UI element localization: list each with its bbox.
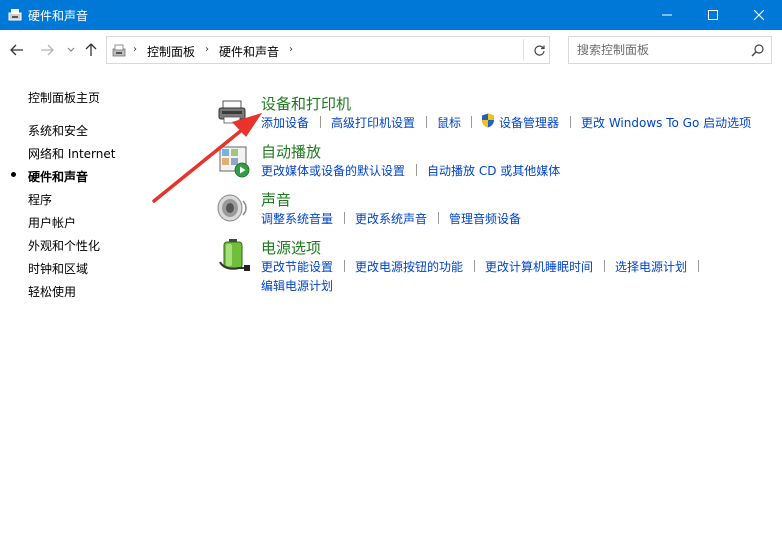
battery-icon — [219, 239, 250, 271]
shield-icon — [482, 113, 494, 128]
chevron-down-icon — [67, 47, 75, 52]
control-panel-icon — [8, 9, 22, 21]
task-edit-power-plan[interactable]: 编辑电源计划 — [261, 277, 333, 294]
divider — [416, 164, 417, 176]
task-change-media-defaults[interactable]: 更改媒体或设备的默认设置 — [261, 162, 405, 179]
navigation-bar: › 控制面板 › 硬件和声音 › — [0, 30, 782, 70]
task-device-manager[interactable]: 设备管理器 — [499, 114, 559, 131]
maximize-icon — [708, 10, 718, 20]
divider — [344, 212, 345, 224]
category-title-autoplay[interactable]: 自动播放 — [261, 141, 321, 162]
sidebar-item-programs[interactable]: 程序 — [28, 191, 52, 208]
breadcrumb-hardware-sound[interactable]: 硬件和声音 — [219, 43, 279, 60]
divider — [698, 260, 699, 272]
arrow-up-icon — [85, 43, 97, 56]
category-title-sound[interactable]: 声音 — [261, 189, 291, 210]
divider — [570, 116, 571, 128]
task-autoplay-cd[interactable]: 自动播放 CD 或其他媒体 — [427, 162, 560, 179]
task-windows-to-go[interactable]: 更改 Windows To Go 启动选项 — [581, 114, 751, 131]
window-title: 硬件和声音 — [28, 9, 89, 23]
task-adjust-volume[interactable]: 调整系统音量 — [261, 210, 333, 227]
sidebar-item-hardware-sound[interactable]: 硬件和声音 — [28, 168, 88, 185]
sidebar-item-network-internet[interactable]: 网络和 Internet — [28, 145, 115, 162]
divider — [604, 260, 605, 272]
task-manage-audio-devices[interactable]: 管理音频设备 — [449, 210, 521, 227]
minimize-button[interactable] — [644, 0, 690, 30]
arrow-left-icon — [10, 44, 23, 56]
arrow-right-icon — [41, 44, 54, 56]
search-input[interactable] — [577, 42, 747, 58]
task-change-power-saving[interactable]: 更改节能设置 — [261, 258, 333, 275]
address-bar[interactable]: › 控制面板 › 硬件和声音 › — [106, 36, 630, 64]
sidebar-item-control-panel-home[interactable]: 控制面板主页 — [28, 89, 100, 106]
chevron-right-icon: › — [289, 44, 293, 55]
task-mouse[interactable]: 鼠标 — [437, 114, 461, 131]
refresh-icon — [533, 45, 545, 56]
divider — [438, 212, 439, 224]
breadcrumb-control-panel[interactable]: 控制面板 — [147, 43, 195, 60]
category-title-devices-printers[interactable]: 设备和打印机 — [261, 93, 351, 114]
chevron-right-icon: › — [205, 44, 209, 55]
recent-locations-button[interactable] — [62, 40, 80, 60]
forward-button[interactable] — [38, 40, 56, 60]
task-advanced-printer-setup[interactable]: 高级打印机设置 — [331, 114, 415, 131]
divider — [474, 260, 475, 272]
task-change-system-sounds[interactable]: 更改系统声音 — [355, 210, 427, 227]
sidebar-item-appearance[interactable]: 外观和个性化 — [28, 237, 100, 254]
maximize-button[interactable] — [690, 0, 736, 30]
task-add-device[interactable]: 添加设备 — [261, 114, 309, 131]
sidebar: 控制面板主页 系统和安全 网络和 Internet 硬件和声音 程序 用户帐户 … — [0, 70, 200, 535]
task-choose-power-plan[interactable]: 选择电源计划 — [615, 258, 687, 275]
autoplay-icon — [219, 146, 250, 178]
refresh-button[interactable] — [528, 38, 550, 62]
close-icon — [754, 10, 764, 20]
divider — [426, 116, 427, 128]
task-change-sleep-time[interactable]: 更改计算机睡眠时间 — [485, 258, 593, 275]
divider — [320, 116, 321, 128]
control-panel-icon — [112, 44, 126, 57]
task-change-power-buttons[interactable]: 更改电源按钮的功能 — [355, 258, 463, 275]
search-box — [568, 36, 772, 64]
divider — [471, 116, 472, 128]
printer-icon — [218, 100, 250, 128]
sidebar-item-system-security[interactable]: 系统和安全 — [28, 122, 88, 139]
divider — [523, 39, 524, 61]
back-button[interactable] — [8, 40, 26, 60]
sidebar-item-user-accounts[interactable]: 用户帐户 — [28, 214, 76, 231]
speaker-icon — [217, 194, 247, 222]
minimize-icon — [662, 14, 672, 16]
sidebar-item-ease-of-access[interactable]: 轻松使用 — [28, 283, 76, 300]
sidebar-item-clock-region[interactable]: 时钟和区域 — [28, 260, 88, 277]
search-icon[interactable] — [751, 43, 765, 57]
title-bar: 硬件和声音 — [0, 0, 782, 30]
divider — [344, 260, 345, 272]
current-item-bullet — [11, 172, 16, 177]
chevron-right-icon: › — [133, 44, 137, 55]
close-button[interactable] — [736, 0, 782, 30]
category-title-power-options[interactable]: 电源选项 — [261, 237, 321, 258]
up-button[interactable] — [82, 40, 100, 60]
